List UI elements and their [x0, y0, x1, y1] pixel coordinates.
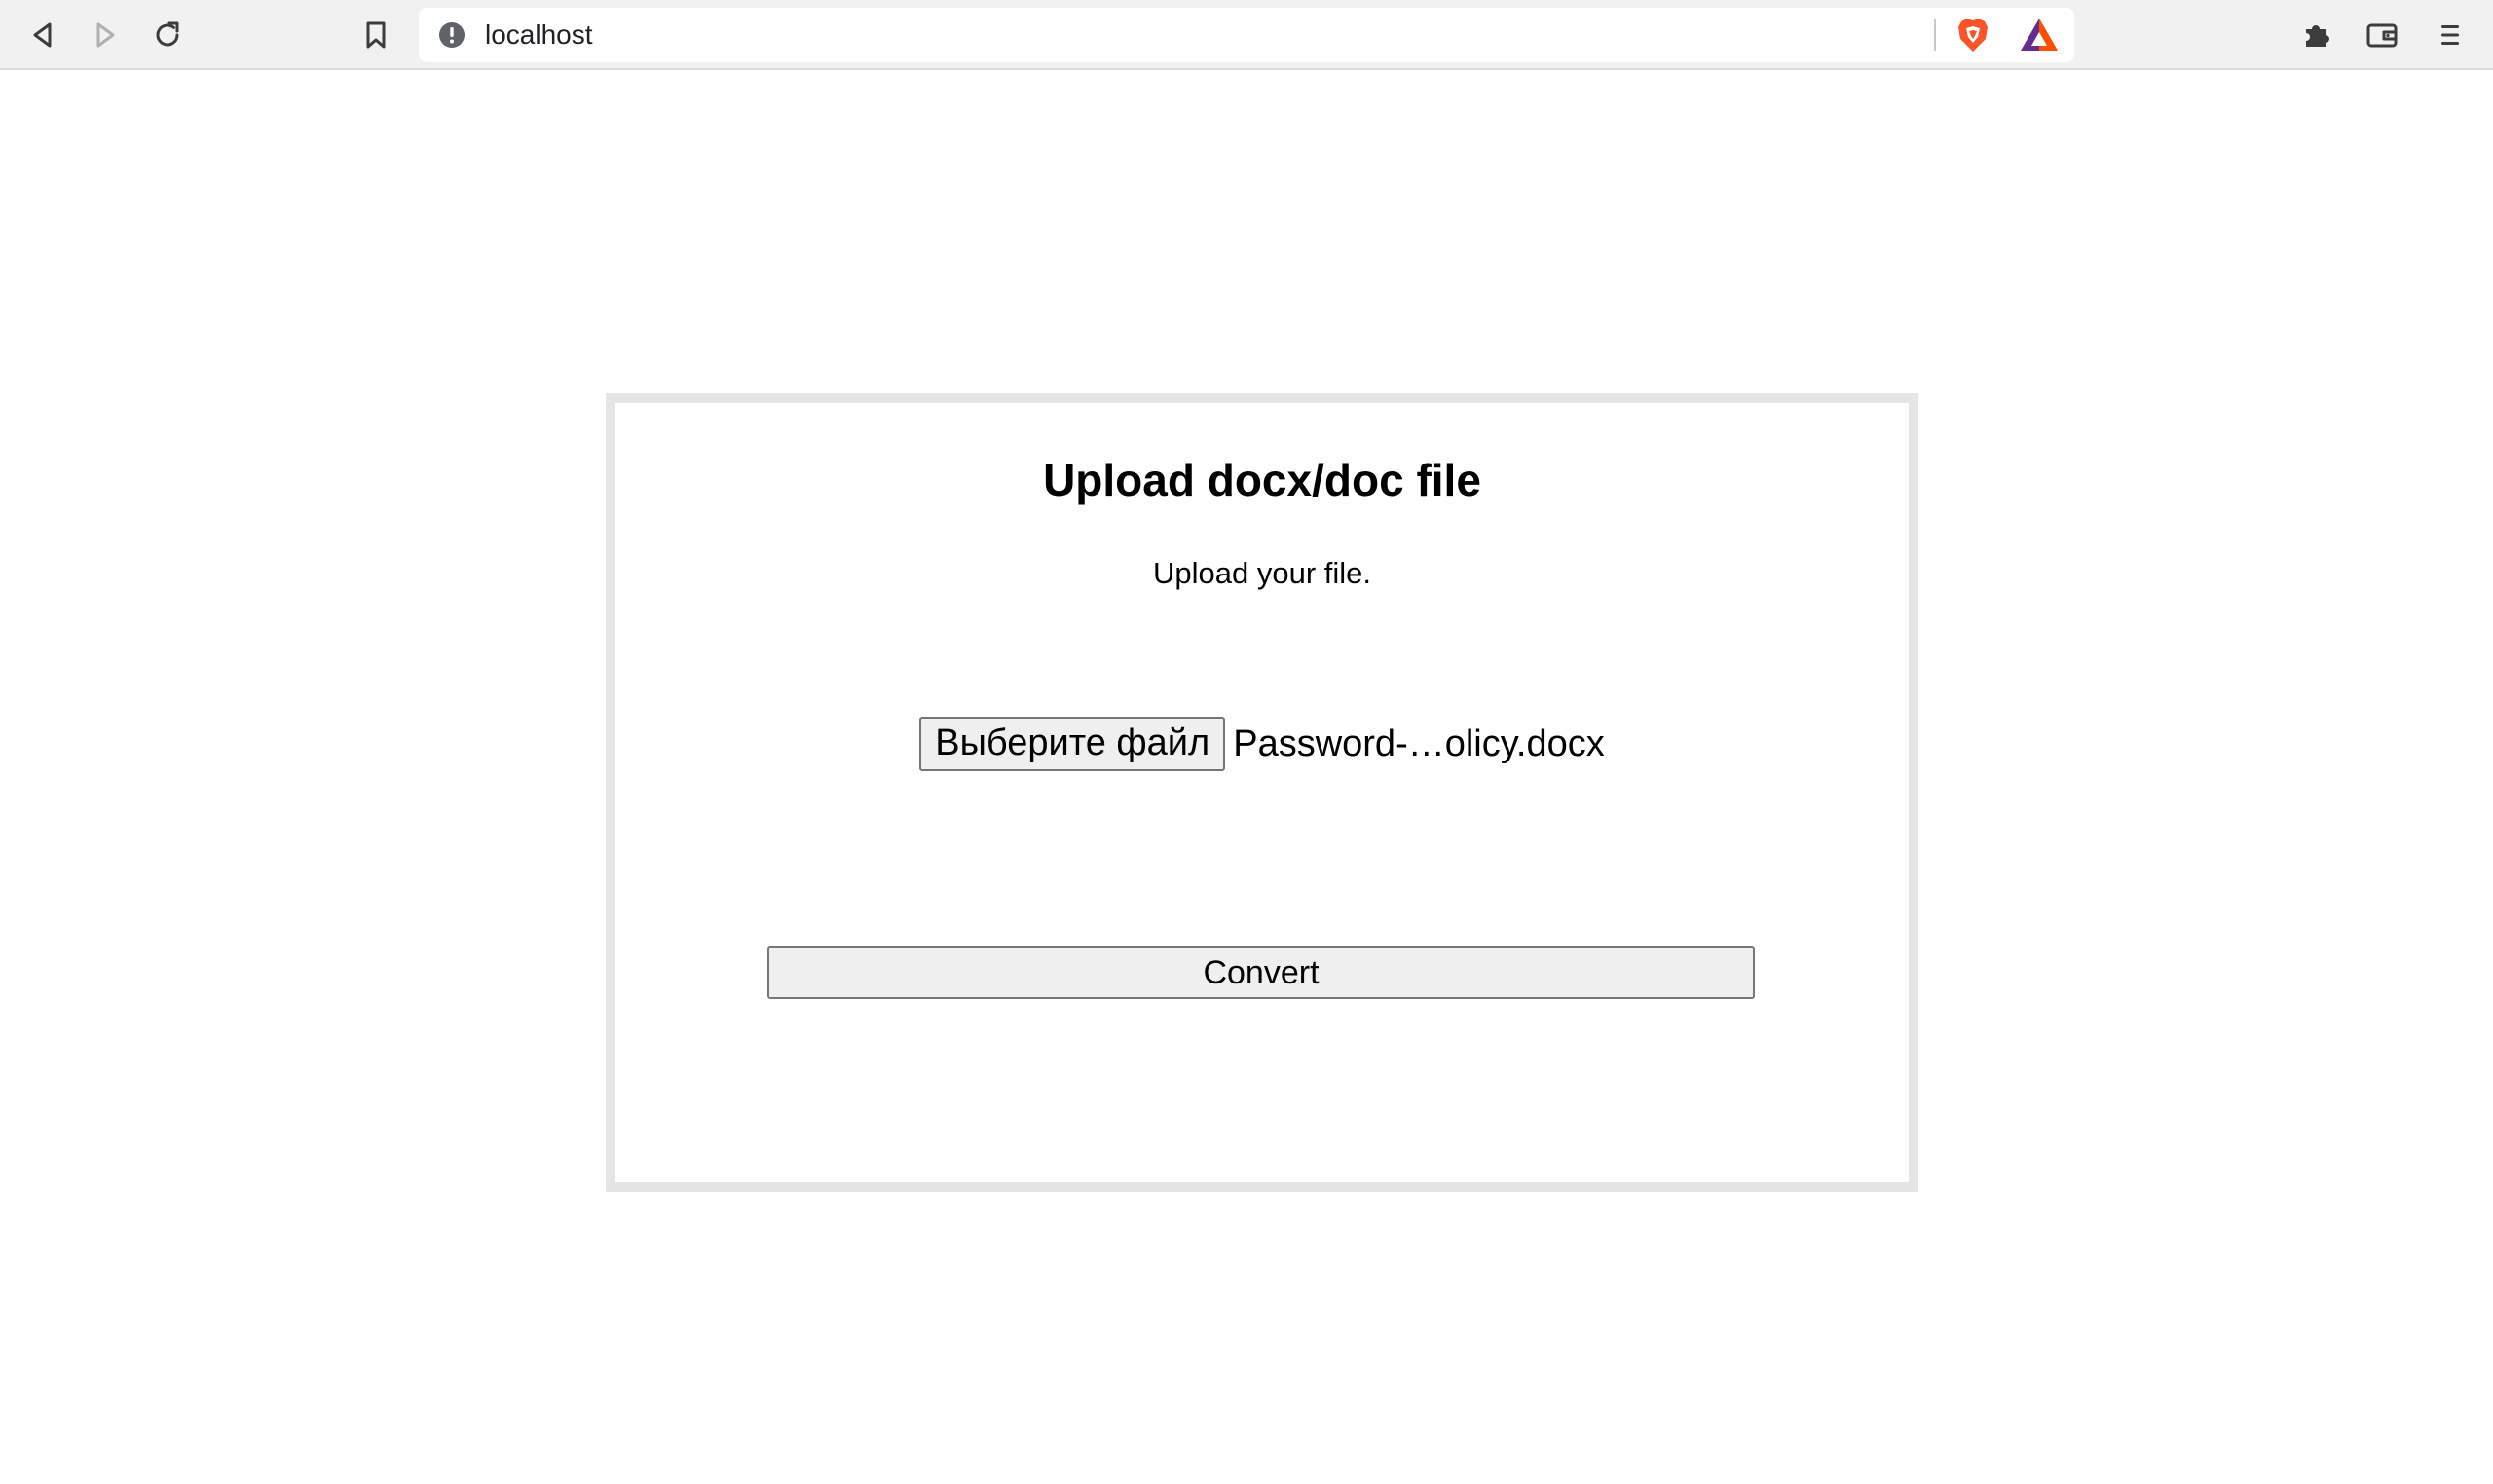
page-title: Upload docx/doc file	[1043, 455, 1481, 505]
reload-button[interactable]	[146, 14, 189, 56]
upload-card: Upload docx/doc file Upload your file. В…	[606, 393, 1918, 1192]
bookmark-button[interactable]	[354, 14, 397, 56]
menu-button[interactable]	[2429, 14, 2472, 56]
address-bar-divider	[1934, 19, 1936, 51]
page-subtitle: Upload your file.	[1152, 556, 1371, 590]
url-text[interactable]: localhost	[485, 8, 593, 62]
back-arrow-icon	[33, 22, 52, 48]
hamburger-menu-icon	[2441, 25, 2459, 45]
browser-toolbar: localhost	[0, 0, 2493, 70]
file-input[interactable]: Выберите файл Password-…olicy.docx	[615, 717, 1909, 771]
brave-rewards-icon[interactable]	[2018, 16, 2061, 55]
forward-button[interactable]	[84, 14, 127, 56]
wallet-icon	[2366, 23, 2398, 48]
wallet-button[interactable]	[2361, 14, 2403, 56]
puzzle-icon	[2306, 25, 2329, 47]
reload-icon	[156, 21, 179, 47]
brave-shields-icon[interactable]	[1953, 16, 1992, 55]
choose-file-button[interactable]: Выберите файл	[919, 717, 1226, 771]
convert-button[interactable]: Convert	[767, 946, 1755, 999]
back-button[interactable]	[21, 14, 64, 56]
address-bar[interactable]: localhost	[419, 8, 2074, 62]
extensions-button[interactable]	[2295, 14, 2338, 56]
bookmark-icon	[366, 21, 386, 49]
info-icon[interactable]	[438, 21, 465, 49]
selected-file-name: Password-…olicy.docx	[1233, 723, 1605, 764]
forward-arrow-icon	[96, 22, 115, 48]
